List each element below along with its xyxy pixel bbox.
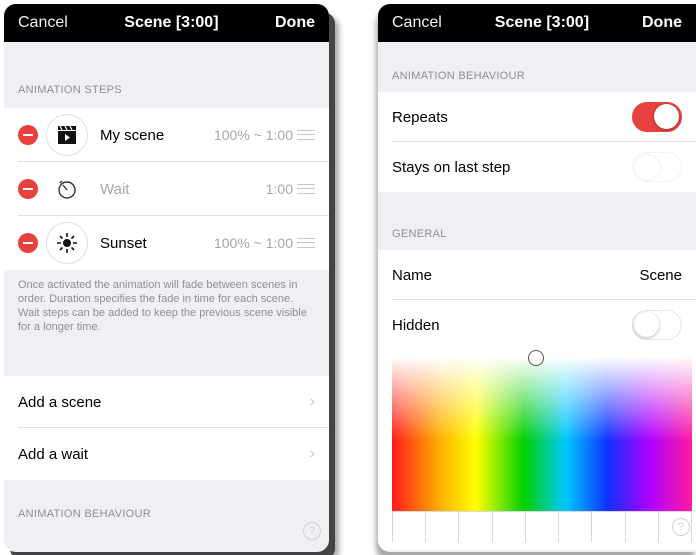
color-picker-section: ? <box>378 350 696 550</box>
name-label: Name <box>392 266 433 284</box>
nav-bar: Cancel Scene [3:00] Done <box>4 4 329 42</box>
delete-step-button[interactable] <box>18 179 38 199</box>
sun-icon <box>46 222 88 264</box>
add-scene-row[interactable]: Add a scene › <box>4 376 329 428</box>
done-button[interactable]: Done <box>275 14 315 32</box>
color-swatch[interactable] <box>425 512 458 542</box>
color-swatches <box>392 511 692 542</box>
add-scene-label: Add a scene <box>18 393 102 411</box>
color-swatch[interactable] <box>458 512 491 542</box>
color-swatch[interactable] <box>491 512 525 542</box>
repeats-row: Repeats <box>378 92 696 142</box>
color-swatch[interactable] <box>524 512 558 542</box>
timer-icon <box>46 168 88 210</box>
delete-step-button[interactable] <box>18 125 38 145</box>
step-value: 100% ~ 1:00 <box>213 127 293 143</box>
done-button[interactable]: Done <box>642 14 682 32</box>
step-label: Sunset <box>100 234 147 252</box>
color-swatch[interactable] <box>392 512 425 542</box>
left-screen: Cancel Scene [3:00] Done ANIMATION STEPS… <box>4 4 329 552</box>
color-swatch[interactable] <box>558 512 591 542</box>
color-picker-handle[interactable] <box>528 350 544 366</box>
nav-title: Scene [3:00] <box>494 14 590 31</box>
help-icon[interactable]: ? <box>672 518 690 536</box>
step-row-wait[interactable]: Wait 1:00 <box>4 162 329 216</box>
cancel-button[interactable]: Cancel <box>18 14 68 32</box>
delete-step-button[interactable] <box>18 233 38 253</box>
reorder-handle-icon[interactable] <box>297 238 315 248</box>
step-value: 100% ~ 1:00 <box>213 235 293 251</box>
reorder-handle-icon[interactable] <box>297 130 315 140</box>
right-screen: Cancel Scene [3:00] Done ANIMATION BEHAV… <box>378 4 696 552</box>
stays-on-last-step-label: Stays on last step <box>392 158 511 176</box>
add-wait-label: Add a wait <box>18 445 89 463</box>
step-value: 1:00 <box>265 181 293 197</box>
help-icon[interactable]: ? <box>303 522 321 540</box>
nav-title: Scene [3:00] <box>124 14 219 31</box>
step-label: My scene <box>100 126 165 144</box>
animation-behaviour-header: ANIMATION BEHAVIOUR <box>392 70 526 82</box>
color-swatch[interactable] <box>624 512 658 542</box>
stays-on-last-step-row: Stays on last step <box>378 142 696 192</box>
scene-icon <box>46 114 88 156</box>
animation-footer-note: Once activated the animation will fade b… <box>18 279 307 333</box>
hidden-toggle[interactable] <box>632 310 682 340</box>
step-row-scene[interactable]: My scene 100% ~ 1:00 <box>4 108 329 162</box>
name-row[interactable]: Name Scene <box>378 250 696 300</box>
add-wait-row[interactable]: Add a wait › <box>4 428 329 480</box>
repeats-toggle[interactable] <box>632 102 682 132</box>
reorder-handle-icon[interactable] <box>297 184 315 194</box>
color-swatch[interactable] <box>591 512 624 542</box>
step-label: Wait <box>100 180 130 198</box>
name-value[interactable]: Scene <box>639 267 682 284</box>
step-row-sunset[interactable]: Sunset 100% ~ 1:00 <box>4 216 329 270</box>
hidden-row: Hidden <box>378 300 696 350</box>
animation-steps-header: ANIMATION STEPS <box>18 84 122 96</box>
nav-bar: Cancel Scene [3:00] Done <box>378 4 696 42</box>
chevron-right-icon: › <box>309 445 315 462</box>
chevron-right-icon: › <box>309 393 315 410</box>
cancel-button[interactable]: Cancel <box>392 14 442 32</box>
repeats-label: Repeats <box>392 108 448 126</box>
hidden-label: Hidden <box>392 316 440 334</box>
color-picker-spectrum[interactable] <box>392 356 692 511</box>
stays-on-last-step-toggle[interactable] <box>632 152 682 182</box>
animation-behaviour-header: ANIMATION BEHAVIOUR <box>18 508 152 520</box>
general-header: GENERAL <box>392 228 447 240</box>
